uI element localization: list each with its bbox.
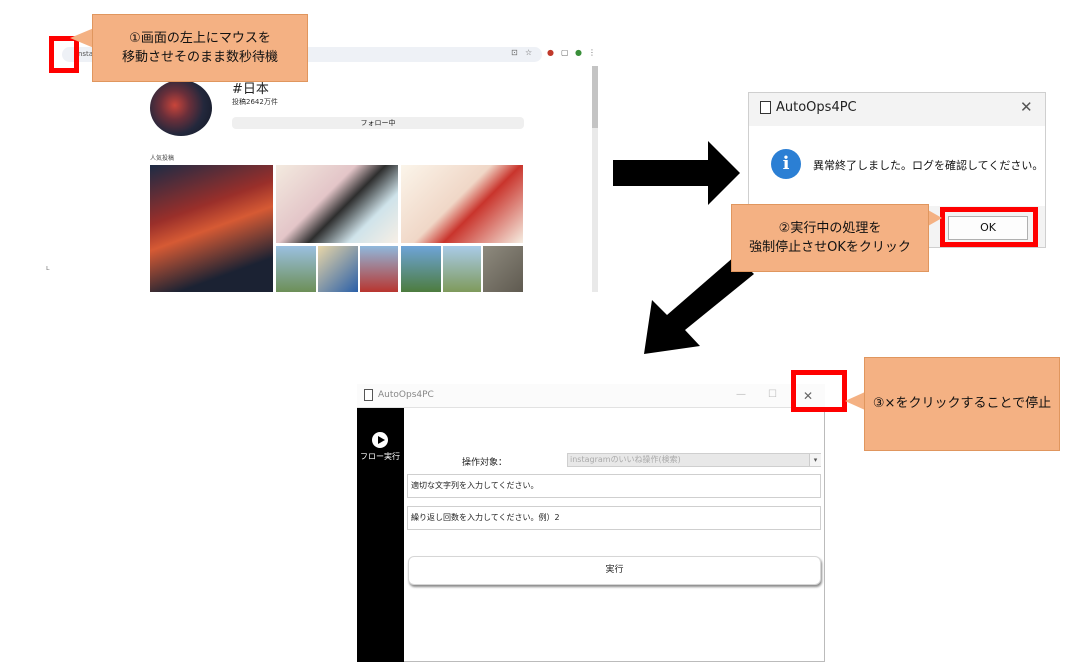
- post-thumbnail[interactable]: [150, 165, 273, 292]
- post-thumbnail[interactable]: [276, 165, 398, 243]
- step1-callout: ①画面の左上にマウスを 移動させそのまま数秒待機: [92, 14, 308, 82]
- profile-avatar-icon[interactable]: ●: [575, 49, 583, 57]
- step2-line1: ②実行中の処理を: [778, 221, 882, 236]
- post-count: 投稿2642万件: [232, 98, 278, 106]
- dialog-close-icon[interactable]: ✕: [1020, 98, 1033, 116]
- app-icon: [364, 389, 373, 401]
- step3-text: ③×をクリックすることで停止: [872, 396, 1052, 411]
- keyword-input[interactable]: 適切な文字列を入力してください。: [407, 474, 821, 498]
- hashtag-avatar: [150, 80, 212, 136]
- post-thumbnail[interactable]: [401, 165, 523, 243]
- arrow-right-shaft: [613, 160, 713, 186]
- translate-icon[interactable]: ⊡: [511, 49, 519, 57]
- sidebar-item-flow-run[interactable]: フロー実行: [360, 451, 400, 462]
- operation-target-select[interactable]: instagramのいいね操作(検索): [567, 453, 821, 467]
- close-highlight-box: [791, 370, 847, 412]
- browser-menu-icon[interactable]: ⋮: [588, 49, 596, 57]
- dialog-message: 異常終了しました。ログを確認してください。: [813, 159, 1044, 172]
- extension-icon[interactable]: ●: [547, 49, 555, 57]
- dropdown-arrow-icon[interactable]: ▾: [809, 454, 821, 466]
- extensions-puzzle-icon[interactable]: ▢: [561, 49, 569, 57]
- step3-callout: ③×をクリックすることで停止: [864, 357, 1060, 451]
- play-triangle: [378, 436, 385, 444]
- arrow-right-icon: [708, 141, 740, 205]
- maximize-button[interactable]: ☐: [768, 389, 777, 400]
- bookmark-star-icon[interactable]: ☆: [525, 49, 533, 57]
- scrollbar-thumb[interactable]: [592, 66, 598, 128]
- callout-pointer: [70, 28, 94, 48]
- app-icon: [760, 101, 771, 114]
- post-thumbnail[interactable]: [443, 246, 481, 292]
- post-thumbnail[interactable]: [483, 246, 523, 292]
- app-title: AutoOps4PC: [378, 390, 434, 400]
- step1-line1: ①画面の左上にマウスを: [129, 31, 271, 46]
- step2-line2: 強制停止させOKをクリック: [749, 240, 911, 255]
- post-thumbnail[interactable]: [401, 246, 441, 292]
- dialog-title: AutoOps4PC: [776, 100, 857, 115]
- step1-line2: 移動させそのまま数秒待機: [121, 50, 278, 65]
- repeat-count-input[interactable]: 繰り返し回数を入力してください。例）2: [407, 506, 821, 530]
- run-button[interactable]: 実行: [408, 556, 821, 585]
- info-icon: i: [771, 149, 801, 179]
- post-thumbnail[interactable]: [360, 246, 398, 292]
- page-margin-mark: ʟ: [46, 264, 50, 272]
- step2-callout: ②実行中の処理を 強制停止させOKをクリック: [731, 204, 929, 272]
- follow-button[interactable]: フォロー中: [232, 117, 524, 129]
- popular-posts-label: 人気投稿: [150, 155, 175, 162]
- post-thumbnail[interactable]: [276, 246, 316, 292]
- minimize-button[interactable]: —: [736, 389, 746, 400]
- callout-pointer: [928, 210, 942, 226]
- ok-highlight-box: [940, 207, 1038, 247]
- operation-target-label: 操作対象：: [462, 458, 508, 468]
- callout-pointer: [845, 392, 865, 410]
- post-thumbnail[interactable]: [318, 246, 358, 292]
